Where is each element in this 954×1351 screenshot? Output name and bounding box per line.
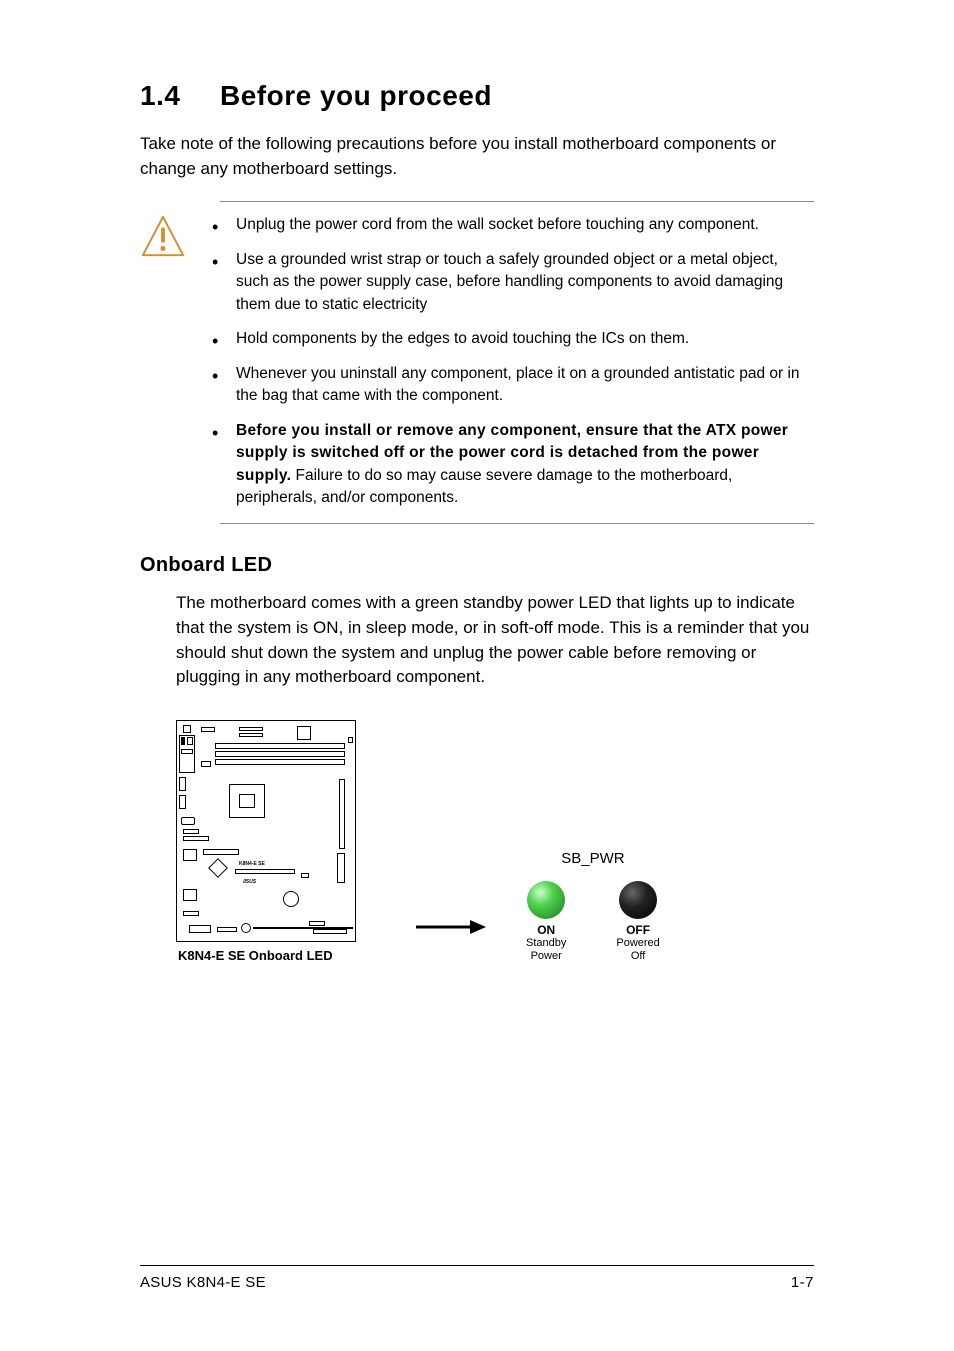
intro-paragraph: Take note of the following precautions b… bbox=[140, 132, 814, 181]
diagram-caption: K8N4-E SE Onboard LED bbox=[176, 948, 376, 963]
bullet-text: Whenever you uninstall any component, pl… bbox=[236, 365, 800, 404]
led-on-sub2: Power bbox=[531, 950, 562, 963]
footer-product: ASUS K8N4-E SE bbox=[140, 1274, 266, 1291]
bullet-text: Hold components by the edges to avoid to… bbox=[236, 330, 689, 347]
bullet-text: Use a grounded wrist strap or touch a sa… bbox=[236, 251, 783, 313]
section-title-text: Before you proceed bbox=[220, 80, 492, 111]
led-on-item: ON Standby Power bbox=[526, 881, 566, 963]
bullet-item: Unplug the power cord from the wall sock… bbox=[206, 214, 814, 236]
led-on-icon bbox=[527, 881, 565, 919]
diagram-row: K8N4-E SE /ISUS K8N4-E SE Onboard LED bbox=[176, 720, 814, 963]
led-off-icon bbox=[619, 881, 657, 919]
motherboard-outline: K8N4-E SE /ISUS bbox=[176, 720, 356, 942]
led-off-label: OFF bbox=[626, 923, 650, 937]
led-off-sub1: Powered bbox=[616, 937, 659, 950]
led-header-label: SB_PWR bbox=[561, 850, 624, 867]
warning-list: Unplug the power cord from the wall sock… bbox=[206, 214, 814, 509]
warning-block: Unplug the power cord from the wall sock… bbox=[220, 201, 814, 524]
bullet-item: Use a grounded wrist strap or touch a sa… bbox=[206, 249, 814, 316]
bullet-text: Unplug the power cord from the wall sock… bbox=[236, 216, 759, 233]
board-model-label: K8N4-E SE bbox=[239, 861, 265, 867]
section-number: 1.4 bbox=[140, 80, 220, 112]
section-heading: 1.4Before you proceed bbox=[140, 80, 814, 112]
led-legend: SB_PWR ON Standby Power OFF Powered Off bbox=[526, 850, 660, 963]
arrow-icon bbox=[416, 919, 486, 935]
subheading-onboard-led: Onboard LED bbox=[140, 554, 814, 577]
led-off-sub2: Off bbox=[631, 950, 645, 963]
onboard-led-paragraph: The motherboard comes with a green stand… bbox=[176, 591, 814, 690]
led-on-sub1: Standby bbox=[526, 937, 566, 950]
footer-page-number: 1-7 bbox=[791, 1274, 814, 1291]
led-off-item: OFF Powered Off bbox=[616, 881, 659, 963]
led-on-label: ON bbox=[537, 923, 555, 937]
motherboard-diagram: K8N4-E SE /ISUS K8N4-E SE Onboard LED bbox=[176, 720, 376, 963]
bullet-rest: Failure to do so may cause severe damage… bbox=[236, 467, 732, 506]
warning-icon bbox=[140, 214, 186, 509]
page-footer: ASUS K8N4-E SE 1-7 bbox=[140, 1265, 814, 1291]
bullet-item: Whenever you uninstall any component, pl… bbox=[206, 363, 814, 408]
bullet-item: Hold components by the edges to avoid to… bbox=[206, 328, 814, 350]
bullet-item: Before you install or remove any compone… bbox=[206, 420, 814, 510]
